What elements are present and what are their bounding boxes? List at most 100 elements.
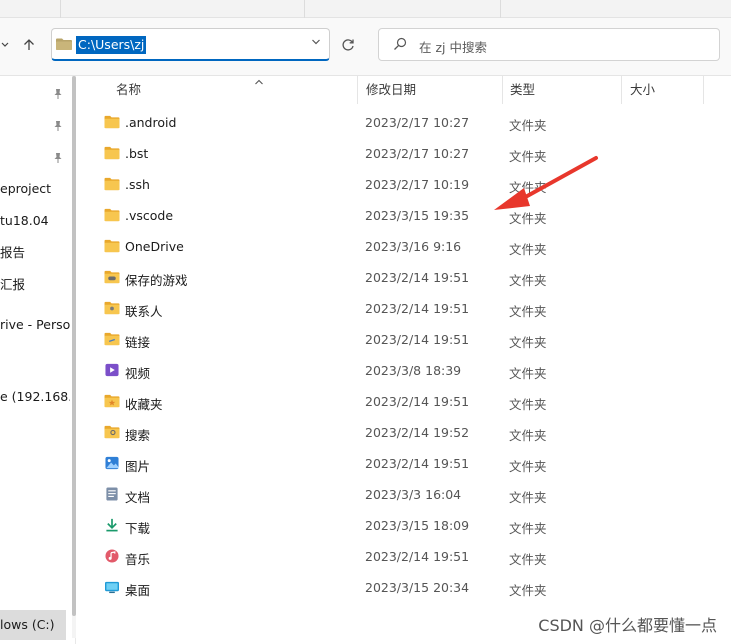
file-row[interactable]: 搜索 2023/2/14 19:52 文件夹 [98,417,718,448]
file-name: 收藏夹 [125,397,163,412]
nav-item-c-drive[interactable]: lows (C:) [0,610,66,640]
file-row[interactable]: 桌面 2023/3/15 20:34 文件夹 [98,572,718,603]
videos-icon [105,363,119,377]
nav-item[interactable]: eproject [0,178,70,200]
file-name: 联系人 [125,304,163,319]
column-header-label: 名称 [116,82,142,97]
file-modified-date: 2023/2/17 10:27 [365,146,470,161]
column-header-date[interactable]: 修改日期 [358,76,503,104]
file-name: 文档 [125,490,151,505]
navigation-pane: eproject tu18.04 报告 汇报 rive - Person e (… [0,76,76,644]
file-name: .ssh [125,177,150,192]
nav-pane-scrollbar[interactable] [72,76,76,638]
file-modified-date: 2023/2/17 10:27 [365,115,470,130]
file-name: OneDrive [125,239,184,254]
file-row[interactable]: 保存的游戏 2023/2/14 19:51 文件夹 [98,262,718,293]
file-row[interactable]: .vscode 2023/3/15 19:35 文件夹 [98,200,718,231]
file-name: 保存的游戏 [125,273,188,288]
downloads-icon [106,518,118,532]
file-name: .vscode [125,208,174,223]
file-name: 下载 [125,521,151,536]
search-icon [394,37,407,50]
file-type: 文件夹 [509,366,547,381]
file-row[interactable]: .ssh 2023/2/17 10:19 文件夹 [98,169,718,200]
column-header-label: 类型 [510,82,536,97]
folder-icon [104,208,120,222]
file-row[interactable]: 图片 2023/2/14 19:51 文件夹 [98,448,718,479]
refresh-button[interactable] [337,34,359,56]
address-history-chevron-icon[interactable] [311,37,321,50]
watermark: CSDN @什么都要懂一点 [538,616,717,635]
file-name: 图片 [125,459,151,474]
file-explorer-window: C:\Users\zj 在 zj 中搜索 eproject tu18.04 报告… [0,0,731,644]
file-modified-date: 2023/2/14 19:51 [365,456,470,471]
documents-icon [106,487,118,501]
favorites-icon [104,394,120,408]
file-modified-date: 2023/3/15 19:35 [365,208,470,223]
file-row[interactable]: 联系人 2023/2/14 19:51 文件夹 [98,293,718,324]
file-type: 文件夹 [509,304,547,319]
file-type: 文件夹 [509,335,547,350]
column-header-type[interactable]: 类型 [502,76,622,104]
folder-icon [104,177,120,191]
column-header-name[interactable]: 名称 [108,76,358,104]
up-arrow-button[interactable] [18,34,40,56]
refresh-icon [342,39,354,51]
file-modified-date: 2023/2/14 19:51 [365,301,470,316]
music-icon [105,549,119,563]
search-box[interactable]: 在 zj 中搜索 [378,28,720,61]
file-name: .bst [125,146,149,161]
file-type: 文件夹 [509,211,547,226]
file-name: 桌面 [125,583,151,598]
nav-item[interactable]: 报告 [0,242,70,264]
file-modified-date: 2023/2/14 19:51 [365,394,470,409]
nav-item[interactable]: 汇报 [0,274,70,296]
address-path[interactable]: C:\Users\zj [76,36,147,54]
desktop-icon [105,581,119,594]
pin-icon[interactable] [52,88,64,100]
file-type: 文件夹 [509,552,547,567]
pin-icon[interactable] [52,120,64,132]
file-row[interactable]: 收藏夹 2023/2/14 19:51 文件夹 [98,386,718,417]
sort-ascending-icon [254,70,264,98]
folder-icon [104,239,120,253]
file-name: 搜索 [125,428,151,443]
searches-icon [104,425,120,439]
pin-icon[interactable] [52,152,64,164]
column-header-label: 大小 [630,82,656,97]
file-row[interactable]: 文档 2023/3/3 16:04 文件夹 [98,479,718,510]
folder-icon [104,115,120,129]
file-type: 文件夹 [509,118,547,133]
file-row[interactable]: .android 2023/2/17 10:27 文件夹 [98,107,718,138]
file-type: 文件夹 [509,459,547,474]
file-row[interactable]: 音乐 2023/2/14 19:51 文件夹 [98,541,718,572]
expand-chevron-icon[interactable] [0,34,16,56]
file-modified-date: 2023/2/14 19:51 [365,549,470,564]
nav-item[interactable]: tu18.04 [0,210,70,232]
file-row[interactable]: 链接 2023/2/14 19:51 文件夹 [98,324,718,355]
column-header-size[interactable]: 大小 [622,76,704,104]
address-bar[interactable]: C:\Users\zj [51,28,330,61]
file-type: 文件夹 [509,242,547,257]
file-modified-date: 2023/3/8 18:39 [365,363,462,378]
file-modified-date: 2023/3/16 9:16 [365,239,462,254]
file-list: 名称 修改日期 类型 大小 .android 2023/2/17 10:27 文件夹… [84,76,731,644]
file-row[interactable]: 下载 2023/3/15 18:09 文件夹 [98,510,718,541]
tab-divider [500,0,501,18]
file-modified-date: 2023/2/14 19:51 [365,332,470,347]
scrollbar-thumb[interactable] [72,76,76,616]
links-icon [104,332,120,346]
file-modified-date: 2023/2/14 19:52 [365,425,470,440]
saved-games-icon [104,270,120,284]
file-row[interactable]: OneDrive 2023/3/16 9:16 文件夹 [98,231,718,262]
file-name: 链接 [125,335,151,350]
file-type: 文件夹 [509,273,547,288]
nav-item-onedrive[interactable]: rive - Person [0,314,70,336]
file-type: 文件夹 [509,397,547,412]
file-row[interactable]: .bst 2023/2/17 10:27 文件夹 [98,138,718,169]
folder-icon [56,38,72,50]
file-row[interactable]: 视频 2023/3/8 18:39 文件夹 [98,355,718,386]
nav-item-network-drive[interactable]: e (192.168.1 [0,386,70,408]
file-type: 文件夹 [509,428,547,443]
navigation-bar: C:\Users\zj 在 zj 中搜索 [0,18,731,76]
